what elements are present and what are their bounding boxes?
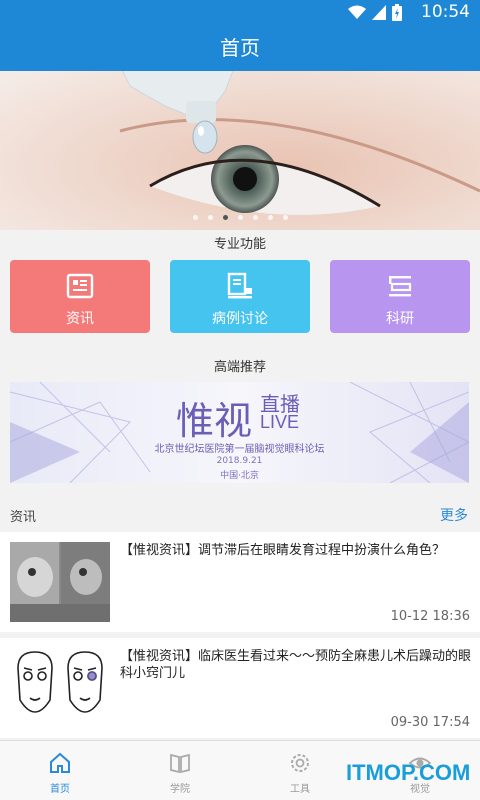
features-section-title: 专业功能 (213, 237, 266, 252)
tab-home[interactable]: 首页 (0, 741, 120, 800)
news-thumbnail (10, 542, 110, 622)
book-icon (170, 753, 190, 774)
tab-tools[interactable]: 工具 (240, 741, 360, 800)
status-time: 10:54 (421, 2, 470, 22)
carousel-dot[interactable] (207, 215, 213, 220)
news-item[interactable]: 【惟视资讯】调节滞后在眼睛发育过程中扮演什么角色？ 10-12 18:36 (0, 532, 480, 632)
watermark: ITMOP.COM (346, 760, 471, 785)
carousel-dots (0, 215, 480, 220)
feature-case-label: 病例讨论 (212, 311, 268, 327)
banner-title-live-en: LIVE (260, 412, 300, 432)
status-icons (348, 4, 402, 21)
news-title: 【惟视资讯】临床医生看过来～～预防全麻患儿术后躁动的眼科小窍门儿 (120, 649, 472, 681)
gear-icon (291, 754, 309, 772)
feature-news-label: 资讯 (66, 311, 94, 327)
more-link[interactable]: 更多 (440, 505, 468, 525)
wifi-icon (348, 5, 366, 19)
research-icon (389, 276, 412, 297)
carousel-dot[interactable] (267, 215, 273, 220)
news-icon (66, 273, 94, 299)
hero-carousel[interactable] (0, 71, 480, 230)
carousel-dot[interactable] (222, 215, 228, 220)
feature-news-button[interactable]: 资讯 (10, 260, 150, 333)
carousel-dot[interactable] (282, 215, 288, 220)
tab-academy-label: 学院 (170, 784, 190, 795)
banner-date: 2018.9.21 (216, 456, 263, 466)
news-header: 资讯 更多 (0, 500, 480, 532)
carousel-dot[interactable] (192, 215, 198, 220)
news-title: 【惟视资讯】调节滞后在眼睛发育过程中扮演什么角色？ (120, 543, 446, 558)
eye-drop-photo (0, 71, 480, 230)
battery-icon (392, 4, 402, 21)
news-time: 09-30 17:54 (390, 715, 470, 730)
banner-title-main: 惟视 (176, 399, 253, 443)
feature-case-discussion-button[interactable]: 病例讨论 (170, 260, 310, 333)
banner-place: 中国·北京 (220, 471, 259, 481)
status-bar: 10:54 (0, 0, 480, 25)
carousel-dot[interactable] (237, 215, 243, 220)
tab-home-label: 首页 (50, 784, 70, 795)
news-section-title: 资讯 (10, 510, 37, 525)
news-item[interactable]: 【惟视资讯】临床医生看过来～～预防全麻患儿术后躁动的眼科小窍门儿 09-30 1… (0, 638, 480, 738)
news-thumbnail (10, 648, 110, 728)
tab-tools-label: 工具 (290, 784, 310, 795)
page-title: 首页 (0, 25, 480, 71)
recommend-section-title: 高端推荐 (213, 360, 266, 375)
feature-research-button[interactable]: 科研 (330, 260, 470, 333)
feature-research-label: 科研 (386, 311, 414, 327)
banner-subtitle: 北京世纪坛医院第一届脑视觉眼科论坛 (154, 444, 325, 455)
case-icon (227, 272, 252, 299)
news-time: 10-12 18:36 (390, 609, 470, 624)
home-icon (50, 752, 70, 773)
carousel-dot[interactable] (252, 215, 258, 220)
live-banner[interactable]: 惟视 直播 LIVE 北京世纪坛医院第一届脑视觉眼科论坛 2018.9.21 中… (10, 382, 469, 483)
signal-icon (372, 5, 386, 20)
tab-academy[interactable]: 学院 (120, 741, 240, 800)
